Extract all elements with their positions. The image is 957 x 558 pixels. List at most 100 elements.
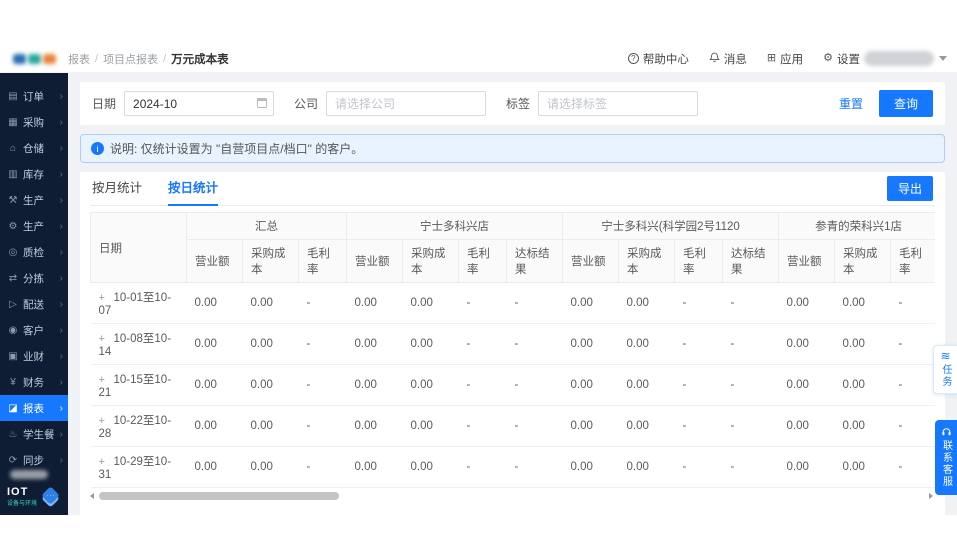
value-cell: 0.00	[186, 282, 243, 324]
table-row: +10-08至10-14 0.00 0.00-0.00 0.00- -0.00 0.00-…	[90, 323, 935, 365]
delivery-icon: ▷	[9, 298, 17, 310]
header-action-settings[interactable]: ⚙ 设置	[823, 51, 860, 67]
horizontal-scrollbar[interactable]	[90, 491, 935, 502]
iot-subtitle: 设备与环境	[7, 501, 38, 507]
value-cell: -	[458, 282, 507, 324]
expand-icon[interactable]: +	[99, 374, 107, 386]
header-action-messages[interactable]: 消息	[709, 51, 747, 67]
sidebar-item-delivery[interactable]: ▷ 配送 ›	[0, 291, 68, 317]
value-cell: 0.00	[618, 323, 675, 365]
breadcrumb-item: 万元成本表	[171, 53, 229, 66]
chevron-right-icon: ›	[59, 454, 63, 466]
scrollbar-thumb[interactable]	[99, 492, 339, 500]
header-action-label: 应用	[780, 53, 804, 66]
value-cell: 0.00	[242, 446, 299, 488]
sidebar-item-production-2[interactable]: ⚙ 生产 ›	[0, 213, 68, 239]
table-row: +10-01至10-07 0.00 0.00-0.00 0.00- -0.00 0.00-…	[90, 282, 935, 324]
summary-value-cell: -	[890, 503, 935, 515]
breadcrumb-item[interactable]: 报表	[68, 51, 90, 67]
value-cell: 0.00	[562, 405, 619, 447]
main-content: 日期 公司 标签 重置 查询	[68, 73, 957, 515]
expand-icon[interactable]: +	[99, 333, 107, 345]
value-cell: 0.00	[186, 405, 243, 447]
header-action-help-center[interactable]: ? 帮助中心	[627, 51, 689, 67]
value-cell: 0.00	[618, 364, 675, 406]
header-actions: ? 帮助中心 消息 ⊞ 应用 ⚙ 设置	[627, 51, 860, 67]
value-cell: -	[674, 282, 723, 324]
app-logo	[0, 53, 68, 64]
production2-icon: ⚙	[8, 220, 18, 232]
value-cell: 0.00	[618, 446, 675, 488]
value-cell: 0.00	[346, 446, 403, 488]
value-cell: 0.00	[618, 282, 675, 324]
sidebar-item-orders[interactable]: ▤ 订单 ›	[0, 83, 68, 109]
value-cell: 0.00	[242, 282, 299, 324]
value-cell: 0.00	[778, 282, 835, 324]
user-menu[interactable]	[864, 51, 947, 66]
tabs-row: 按月统计 按日统计 导出	[90, 172, 935, 206]
tasks-widget[interactable]: ≋ 任务	[933, 345, 957, 394]
value-cell: -	[506, 446, 563, 488]
value-cell: 0.00	[562, 446, 619, 488]
value-cell: -	[298, 323, 347, 365]
chevron-right-icon: ›	[59, 246, 63, 258]
chevron-right-icon: ›	[59, 90, 63, 102]
header-action-apps[interactable]: ⊞ 应用	[767, 51, 803, 67]
tab-monthly[interactable]: 按月统计	[92, 172, 142, 206]
date-input[interactable]	[124, 91, 275, 116]
sidebar-item-customers[interactable]: ◉ 客户 ›	[0, 317, 68, 343]
apps-icon: ⊞	[766, 52, 777, 64]
sidebar-item-warehouse[interactable]: ⌂ 仓储 ›	[0, 135, 68, 161]
order-icon: ▤	[8, 90, 18, 102]
value-cell: 0.00	[402, 364, 459, 406]
app-shell: ▤ 订单 › ▦ 采购 › ⌂ 仓储 › ▥ 库存 › ⚒ 生产 › ⚙ 生产 › ◎ 质检 › ⇄ 分拣 › ▷ 配送 › ◉ 客户 ›…	[0, 73, 957, 515]
sidebar-item-quality[interactable]: ◎ 质检 ›	[0, 239, 68, 265]
contact-service-widget[interactable]: 联系客服	[935, 420, 957, 495]
tag-select[interactable]	[538, 91, 699, 116]
warehouse-icon: ⌂	[9, 142, 17, 154]
sidebar-item-reports[interactable]: ◪ 报表 ›	[0, 395, 68, 421]
sidebar-item-purchase[interactable]: ▦ 采购 ›	[0, 109, 68, 135]
sorting-icon: ⇄	[8, 272, 18, 284]
sidebar-item-label: 订单	[23, 90, 44, 103]
sidebar-item-business-finance[interactable]: ▣ 业财 ›	[0, 343, 68, 369]
summary-value-cell: -	[562, 503, 618, 515]
finance-icon: ¥	[10, 376, 16, 388]
query-button[interactable]: 查询	[878, 90, 933, 117]
sidebar-item-sorting[interactable]: ⇄ 分拣 ›	[0, 265, 68, 291]
sidebar-item-production[interactable]: ⚒ 生产 ›	[0, 187, 68, 213]
breadcrumb-item[interactable]: 项目点报表	[103, 51, 158, 67]
value-cell: -	[458, 323, 507, 365]
col-sub-header: 营业额	[562, 239, 620, 283]
date-filter: 日期	[92, 91, 275, 116]
value-cell: 0.00	[562, 282, 619, 324]
col-group-header: 参青的荣科兴1店	[778, 212, 935, 240]
col-sub-header: 毛利率	[458, 239, 508, 283]
sidebar-item-label: 质检	[23, 246, 44, 259]
company-select[interactable]	[326, 91, 487, 116]
export-button[interactable]: 导出	[886, 176, 933, 201]
value-cell: -	[298, 282, 347, 324]
summary-value-cell: -	[778, 503, 834, 515]
sidebar-item-label: 采购	[23, 116, 44, 129]
sidebar-item-label: 生产	[23, 220, 44, 233]
expand-icon[interactable]: +	[99, 456, 107, 468]
calendar-icon	[257, 98, 268, 108]
scroll-right-icon[interactable]	[929, 493, 933, 499]
expand-icon[interactable]: +	[99, 292, 107, 304]
tab-daily[interactable]: 按日统计	[168, 172, 219, 206]
reset-button[interactable]: 重置	[839, 95, 863, 112]
breadcrumb-separator: /	[95, 52, 99, 65]
value-cell: -	[890, 364, 935, 406]
value-cell: -	[722, 446, 779, 488]
sidebar-item-student-meal[interactable]: ♨ 学生餐 ›	[0, 421, 68, 447]
sidebar-item-inventory[interactable]: ▥ 库存 ›	[0, 161, 68, 187]
value-cell: 0.00	[834, 323, 891, 365]
value-cell: 0.00	[562, 364, 619, 406]
sidebar-item-finance[interactable]: ¥ 财务 ›	[0, 369, 68, 395]
expand-icon[interactable]: +	[99, 415, 107, 427]
chevron-down-icon	[939, 56, 947, 61]
value-cell: 0.00	[778, 446, 835, 488]
scroll-left-icon[interactable]	[90, 493, 94, 499]
value-cell: -	[722, 364, 779, 406]
